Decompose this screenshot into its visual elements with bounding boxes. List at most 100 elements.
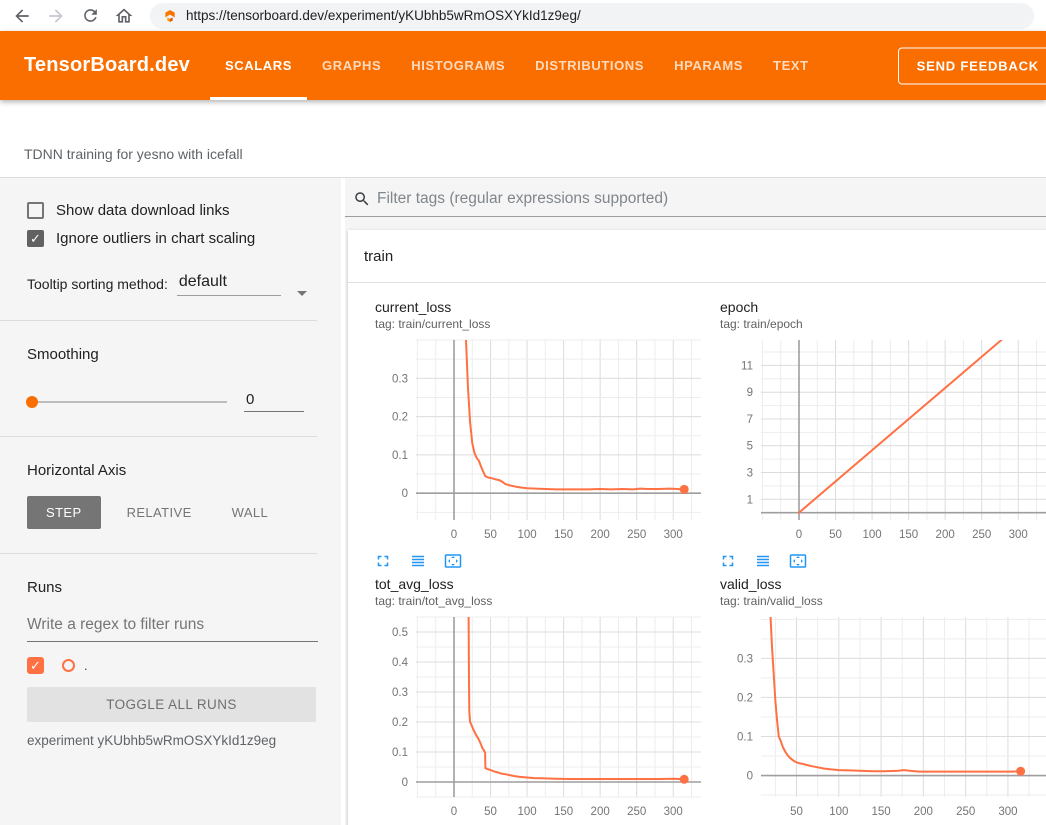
chart-plot-tot_avg_loss[interactable]: 05010015020025030000.10.20.30.40.5 (358, 614, 703, 822)
forward-button[interactable] (44, 4, 68, 28)
address-bar[interactable]: https://tensorboard.dev/experiment/yKUbh… (150, 3, 1034, 29)
home-icon (114, 6, 134, 26)
checkbox-checked-icon: ✓ (27, 230, 44, 247)
svg-text:0.4: 0.4 (392, 657, 409, 669)
tag-group-header[interactable]: train (348, 230, 1046, 283)
svg-text:100: 100 (517, 529, 536, 541)
chevron-down-icon (297, 291, 307, 296)
horizontal-axis-buttons: STEP RELATIVE WALL (27, 496, 317, 529)
chart-tag: tag: train/current_loss (375, 317, 703, 331)
horizontal-axis-label: Horizontal Axis (27, 462, 317, 479)
ignore-outliers-checkbox[interactable]: ✓ Ignore outliers in chart scaling (27, 230, 317, 247)
chart-card-tot_avg_loss: tot_avg_losstag: train/tot_avg_loss05010… (358, 576, 703, 825)
svg-text:150: 150 (554, 529, 573, 541)
fit-domain-button[interactable] (444, 552, 462, 570)
tensorboard-favicon (162, 8, 178, 24)
chart-title: epoch (720, 299, 1046, 315)
svg-text:0: 0 (451, 529, 457, 541)
svg-text:0.1: 0.1 (392, 450, 408, 462)
svg-text:100: 100 (517, 806, 536, 818)
chart-card-valid_loss: valid_losstag: train/valid_loss501001502… (703, 576, 1046, 825)
axis-relative-button[interactable]: RELATIVE (113, 496, 206, 529)
axis-step-button[interactable]: STEP (27, 496, 101, 529)
svg-text:100: 100 (829, 806, 848, 818)
tab-histograms[interactable]: HISTOGRAMS (396, 31, 520, 100)
checkbox-label: Ignore outliers in chart scaling (56, 230, 255, 247)
app-logo[interactable]: TensorBoard.dev (24, 54, 190, 77)
run-row: ✓ . (27, 657, 317, 674)
svg-text:300: 300 (664, 806, 683, 818)
svg-text:300: 300 (998, 806, 1017, 818)
lines-icon (409, 552, 427, 570)
svg-text:200: 200 (936, 529, 955, 541)
svg-text:150: 150 (899, 529, 918, 541)
svg-text:1: 1 (747, 494, 753, 506)
show-download-links-checkbox[interactable]: Show data download links (27, 202, 317, 219)
svg-text:250: 250 (956, 806, 975, 818)
tag-filter-input[interactable] (377, 190, 1046, 208)
app-header: TensorBoard.dev SCALARS GRAPHS HISTOGRAM… (0, 31, 1046, 100)
tab-hparams[interactable]: HPARAMS (659, 31, 758, 100)
toggle-runs-list-button[interactable] (754, 552, 772, 570)
svg-text:0: 0 (796, 529, 802, 541)
tab-distributions[interactable]: DISTRIBUTIONS (520, 31, 659, 100)
browser-toolbar: https://tensorboard.dev/experiment/yKUbh… (0, 0, 1046, 31)
charts-grid: current_losstag: train/current_loss05010… (348, 283, 1046, 825)
home-button[interactable] (112, 4, 136, 28)
svg-text:300: 300 (664, 529, 683, 541)
smoothing-slider-thumb[interactable] (26, 396, 38, 408)
toggle-runs-list-button[interactable] (409, 552, 427, 570)
svg-text:100: 100 (862, 529, 881, 541)
toggle-all-runs-button[interactable]: TOGGLE ALL RUNS (27, 687, 316, 722)
tooltip-sorting-select[interactable]: default (177, 273, 281, 296)
run-color-swatch[interactable] (62, 659, 75, 672)
svg-text:250: 250 (627, 529, 646, 541)
back-button[interactable] (10, 4, 34, 28)
svg-text:50: 50 (790, 806, 803, 818)
run-checkbox[interactable]: ✓ (27, 657, 44, 674)
reload-button[interactable] (78, 4, 102, 28)
checkbox-unchecked-icon (27, 202, 44, 219)
svg-text:0: 0 (451, 806, 457, 818)
chart-title: tot_avg_loss (375, 576, 703, 592)
svg-text:200: 200 (591, 529, 610, 541)
runs-filter-input[interactable] (27, 612, 318, 642)
experiment-bar: TDNN training for yesno with icefall (0, 100, 1046, 178)
experiment-id: experiment yKUbhb5wRmOSXYkId1z9eg (27, 733, 317, 748)
chart-plot-valid_loss[interactable]: 5010015020025030000.10.20.3 (703, 614, 1046, 822)
smoothing-label: Smoothing (27, 346, 317, 363)
svg-text:3: 3 (747, 467, 753, 479)
tab-scalars[interactable]: SCALARS (210, 31, 307, 100)
svg-text:200: 200 (591, 806, 610, 818)
svg-text:5: 5 (747, 441, 753, 453)
expand-chart-button[interactable] (719, 552, 737, 570)
svg-text:250: 250 (972, 529, 991, 541)
chart-card-epoch: epochtag: train/epoch0501001502002503001… (703, 299, 1046, 570)
chart-plot-current_loss[interactable]: 05010015020025030000.10.20.3 (358, 337, 703, 545)
fit-domain-icon (444, 552, 462, 570)
chart-tag: tag: train/epoch (720, 317, 1046, 331)
tab-graphs[interactable]: GRAPHS (307, 31, 396, 100)
svg-text:0.3: 0.3 (737, 653, 753, 665)
tab-text[interactable]: TEXT (758, 31, 824, 100)
axis-wall-button[interactable]: WALL (218, 496, 283, 529)
smoothing-slider[interactable] (27, 401, 227, 403)
experiment-title: TDNN training for yesno with icefall (0, 146, 243, 177)
search-icon (353, 190, 371, 208)
fullscreen-icon (719, 552, 737, 570)
runs-label: Runs (27, 579, 317, 596)
fit-domain-button[interactable] (789, 552, 807, 570)
svg-text:0.3: 0.3 (392, 373, 408, 385)
fit-domain-icon (789, 552, 807, 570)
svg-text:50: 50 (484, 529, 497, 541)
svg-text:150: 150 (554, 806, 573, 818)
svg-text:300: 300 (1009, 529, 1028, 541)
svg-text:0.1: 0.1 (737, 731, 753, 743)
smoothing-value[interactable]: 0 (244, 391, 304, 412)
expand-chart-button[interactable] (374, 552, 392, 570)
chart-plot-epoch[interactable]: 0501001502002503001357911 (703, 337, 1046, 545)
send-feedback-button[interactable]: SEND FEEDBACK (898, 47, 1046, 84)
tooltip-sorting-value: default (179, 273, 227, 291)
url-text: https://tensorboard.dev/experiment/yKUbh… (186, 8, 581, 23)
svg-text:250: 250 (627, 806, 646, 818)
